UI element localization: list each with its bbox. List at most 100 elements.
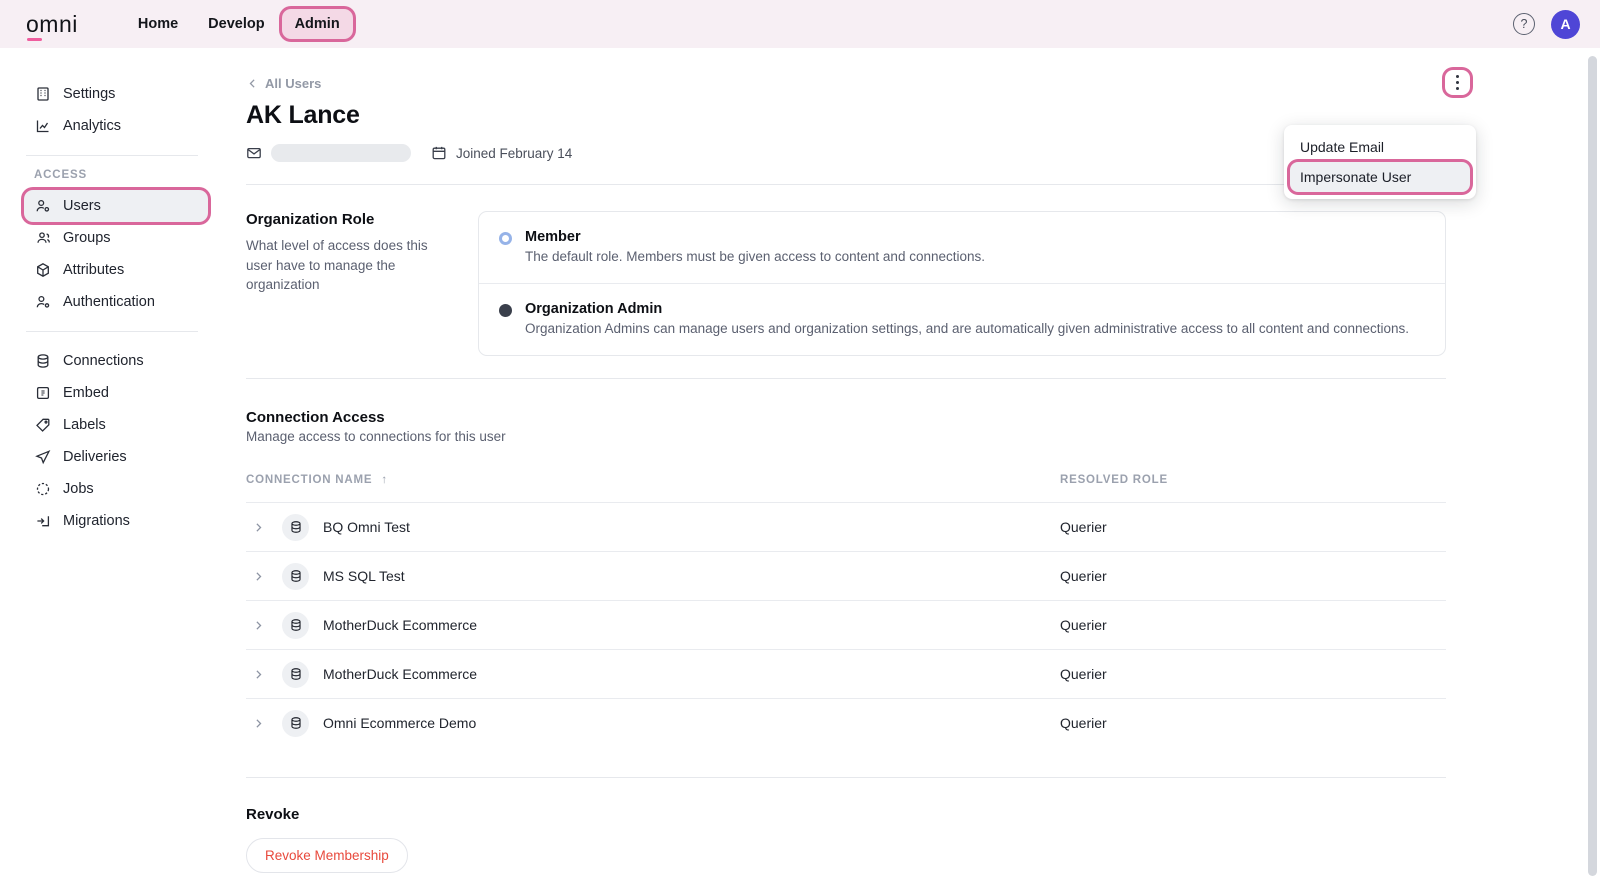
organization-role-options: Member The default role. Members must be… xyxy=(478,211,1446,356)
omni-logo[interactable]: omni xyxy=(26,13,78,36)
table-row[interactable]: MS SQL Test Querier xyxy=(246,551,1446,600)
top-bar-actions: ? A xyxy=(1513,0,1580,48)
chevron-right-icon[interactable] xyxy=(246,521,270,534)
menu-item-update-email[interactable]: Update Email xyxy=(1290,132,1470,162)
connection-access-table: CONNECTION NAME ↑ RESOLVED ROLE BQ Omni … xyxy=(246,474,1446,747)
sidebar-item-label: Migrations xyxy=(63,514,130,529)
role-option-description: Organization Admins can manage users and… xyxy=(525,321,1409,336)
email-meta xyxy=(246,144,411,162)
resolved-role-value: Querier xyxy=(1060,568,1446,584)
column-header-resolved-role: RESOLVED ROLE xyxy=(1060,474,1446,486)
revoke-divider xyxy=(246,777,1446,778)
organization-role-section: Organization Role What level of access d… xyxy=(246,211,1470,356)
chevron-right-icon[interactable] xyxy=(246,668,270,681)
menu-item-impersonate-user[interactable]: Impersonate User xyxy=(1290,162,1470,192)
sidebar-item-label: Settings xyxy=(63,87,115,102)
nav-item-home[interactable]: Home xyxy=(125,9,191,39)
users-icon xyxy=(34,230,51,247)
sidebar-item-users[interactable]: Users xyxy=(24,190,208,222)
help-icon[interactable]: ? xyxy=(1513,13,1535,35)
sidebar-item-embed[interactable]: Embed xyxy=(24,377,208,409)
sidebar: Settings Analytics ACCESS Users xyxy=(0,48,224,885)
main-content: All Users AK Lance xyxy=(224,48,1600,885)
sidebar-item-migrations[interactable]: Migrations xyxy=(24,505,208,537)
send-icon xyxy=(34,449,51,466)
database-icon xyxy=(282,661,309,688)
revoke-section-title: Revoke xyxy=(246,806,1470,823)
logo-underline-icon xyxy=(27,38,42,41)
breadcrumb[interactable]: All Users xyxy=(246,76,321,91)
connection-name-label: MS SQL Test xyxy=(323,568,405,584)
nav-item-admin[interactable]: Admin xyxy=(282,9,353,39)
role-option-text: Member The default role. Members must be… xyxy=(525,229,985,264)
connection-name-label: MotherDuck Ecommerce xyxy=(323,617,477,633)
radio-member-icon[interactable] xyxy=(499,232,512,245)
table-row[interactable]: MotherDuck Ecommerce Querier xyxy=(246,600,1446,649)
sidebar-group-access-title: ACCESS xyxy=(34,169,224,181)
connection-access-title: Connection Access xyxy=(246,409,1470,426)
content-wrapper: All Users AK Lance xyxy=(224,48,1600,873)
organization-role-description: What level of access does this user have… xyxy=(246,236,454,295)
role-option-name: Member xyxy=(525,229,985,245)
table-header-row: CONNECTION NAME ↑ RESOLVED ROLE xyxy=(246,474,1446,502)
sidebar-item-label: Labels xyxy=(63,418,106,433)
sidebar-item-label: Attributes xyxy=(63,263,124,278)
sidebar-access-group: Users Groups Attributes xyxy=(0,190,224,318)
sidebar-top-group: Settings Analytics xyxy=(0,78,224,142)
row-connection-name: MotherDuck Ecommerce xyxy=(246,612,1060,639)
sidebar-item-groups[interactable]: Groups xyxy=(24,222,208,254)
database-icon xyxy=(282,563,309,590)
organization-role-title: Organization Role xyxy=(246,211,454,228)
sidebar-item-label: Users xyxy=(63,199,101,214)
row-connection-name: BQ Omni Test xyxy=(246,514,1060,541)
header-divider xyxy=(246,184,1446,185)
sidebar-item-label: Authentication xyxy=(63,295,155,310)
sidebar-item-label: Embed xyxy=(63,386,109,401)
sidebar-item-settings[interactable]: Settings xyxy=(24,78,208,110)
avatar[interactable]: A xyxy=(1551,10,1580,39)
building-icon xyxy=(34,86,51,103)
sidebar-divider xyxy=(26,155,198,156)
sidebar-item-analytics[interactable]: Analytics xyxy=(24,110,208,142)
role-option-name: Organization Admin xyxy=(525,301,1409,317)
sidebar-item-label: Analytics xyxy=(63,119,121,134)
email-value-redacted xyxy=(271,144,411,162)
connection-name-label: Omni Ecommerce Demo xyxy=(323,715,476,731)
sidebar-item-attributes[interactable]: Attributes xyxy=(24,254,208,286)
joined-label: Joined February 14 xyxy=(456,146,572,161)
dashed-circle-icon xyxy=(34,481,51,498)
cube-icon xyxy=(34,262,51,279)
chevron-right-icon[interactable] xyxy=(246,619,270,632)
radio-organization-admin-icon[interactable] xyxy=(499,304,512,317)
logo-text: omni xyxy=(26,11,78,37)
table-row[interactable]: Omni Ecommerce Demo Querier xyxy=(246,698,1446,747)
database-icon xyxy=(282,710,309,737)
sidebar-item-labels[interactable]: Labels xyxy=(24,409,208,441)
connection-name-label: MotherDuck Ecommerce xyxy=(323,666,477,682)
top-bar: omni Home Develop Admin ? A xyxy=(0,0,1600,48)
role-option-description: The default role. Members must be given … xyxy=(525,249,985,264)
migrate-icon xyxy=(34,513,51,530)
section-divider xyxy=(246,378,1446,379)
sidebar-item-connections[interactable]: Connections xyxy=(24,345,208,377)
role-option-member[interactable]: Member The default role. Members must be… xyxy=(479,212,1445,283)
sidebar-divider xyxy=(26,331,198,332)
page-scrollbar[interactable] xyxy=(1588,56,1597,876)
revoke-membership-button[interactable]: Revoke Membership xyxy=(246,838,408,873)
table-row[interactable]: BQ Omni Test Querier xyxy=(246,502,1446,551)
chart-icon xyxy=(34,118,51,135)
column-header-connection-name[interactable]: CONNECTION NAME ↑ xyxy=(246,474,1060,486)
chevron-right-icon[interactable] xyxy=(246,570,270,583)
sidebar-item-deliveries[interactable]: Deliveries xyxy=(24,441,208,473)
row-connection-name: MotherDuck Ecommerce xyxy=(246,661,1060,688)
chevron-right-icon[interactable] xyxy=(246,717,270,730)
connection-name-label: BQ Omni Test xyxy=(323,519,410,535)
sidebar-item-jobs[interactable]: Jobs xyxy=(24,473,208,505)
table-row[interactable]: MotherDuck Ecommerce Querier xyxy=(246,649,1446,698)
nav-item-develop[interactable]: Develop xyxy=(195,9,277,39)
sidebar-item-authentication[interactable]: Authentication xyxy=(24,286,208,318)
database-icon xyxy=(282,514,309,541)
user-gear-icon xyxy=(34,198,51,215)
more-options-button[interactable] xyxy=(1445,70,1470,95)
role-option-organization-admin[interactable]: Organization Admin Organization Admins c… xyxy=(479,283,1445,355)
